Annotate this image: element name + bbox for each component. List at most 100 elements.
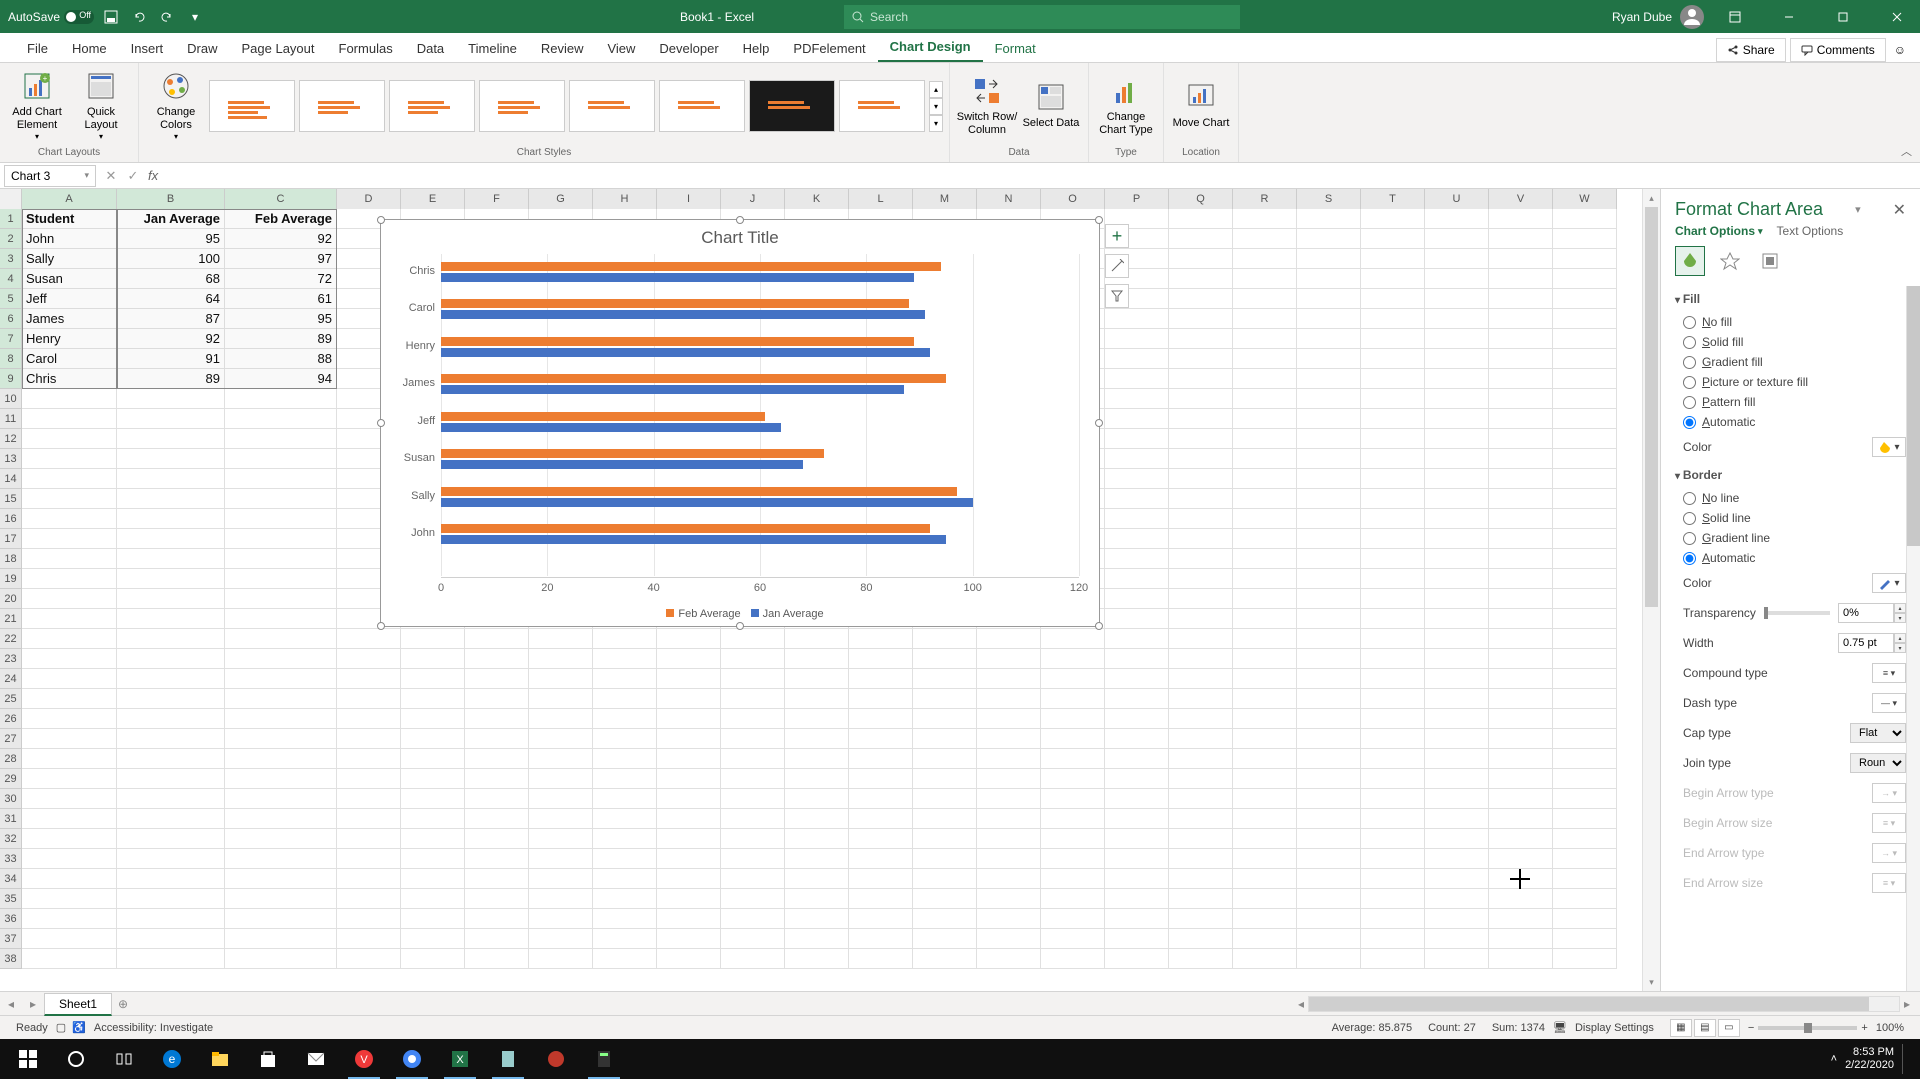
cell[interactable] [1361,849,1425,869]
cell[interactable] [1297,289,1361,309]
autosave-toggle[interactable]: AutoSave [8,10,94,24]
row-header[interactable]: 37 [0,929,22,949]
column-header[interactable]: D [337,189,401,209]
cell[interactable] [1105,549,1169,569]
task-view-icon[interactable] [100,1039,148,1079]
cell[interactable] [721,809,785,829]
cell[interactable] [1169,649,1233,669]
cell[interactable] [593,689,657,709]
cell[interactable] [1553,589,1617,609]
cell[interactable] [657,709,721,729]
cell[interactable] [1425,429,1489,449]
cell[interactable] [1233,709,1297,729]
cell[interactable] [1105,929,1169,949]
cell[interactable] [1041,869,1105,889]
cell[interactable] [465,809,529,829]
quick-layout-button[interactable]: Quick Layout▾ [70,67,132,145]
cell[interactable] [1169,249,1233,269]
cell[interactable] [117,569,225,589]
cell[interactable] [1553,789,1617,809]
cell[interactable] [593,629,657,649]
cell[interactable] [1041,809,1105,829]
cell[interactable] [401,789,465,809]
cell[interactable] [849,949,913,969]
cell[interactable] [1553,209,1617,229]
qat-more-icon[interactable]: ▾ [184,6,206,28]
minimize-icon[interactable] [1766,0,1812,33]
cell[interactable] [1233,749,1297,769]
cell[interactable] [1361,789,1425,809]
cell[interactable] [401,689,465,709]
cell[interactable] [913,889,977,909]
cell[interactable] [1297,229,1361,249]
row-header[interactable]: 15 [0,489,22,509]
cell[interactable]: Carol [22,349,117,369]
cell[interactable] [1553,349,1617,369]
cell[interactable] [1489,469,1553,489]
cell[interactable] [721,769,785,789]
cell[interactable] [225,629,337,649]
cell[interactable] [1553,729,1617,749]
cell[interactable] [1297,569,1361,589]
column-header[interactable]: E [401,189,465,209]
cell[interactable]: James [22,309,117,329]
user-avatar[interactable] [1680,5,1704,29]
cell[interactable] [1361,389,1425,409]
border-option[interactable]: Solid line [1675,508,1906,528]
ribbon-tab-timeline[interactable]: Timeline [456,35,529,62]
cell[interactable] [1553,409,1617,429]
zoom-in-icon[interactable]: + [1861,1022,1867,1034]
cell[interactable] [1425,409,1489,429]
cell[interactable] [1553,389,1617,409]
cell[interactable] [225,509,337,529]
cell[interactable] [1297,749,1361,769]
cell[interactable] [1489,629,1553,649]
row-header[interactable]: 19 [0,569,22,589]
row-header[interactable]: 20 [0,589,22,609]
cell[interactable] [1105,949,1169,969]
row-header[interactable]: 38 [0,949,22,969]
cell[interactable] [1361,569,1425,589]
redo-icon[interactable] [156,6,178,28]
ribbon-tab-insert[interactable]: Insert [119,35,176,62]
cell[interactable] [1169,849,1233,869]
cell[interactable] [1041,629,1105,649]
row-header[interactable]: 14 [0,469,22,489]
cell[interactable] [337,749,401,769]
cell[interactable] [225,409,337,429]
cell[interactable] [465,849,529,869]
cell[interactable] [977,829,1041,849]
cell[interactable] [1489,489,1553,509]
cell[interactable] [1105,669,1169,689]
cell[interactable] [225,569,337,589]
column-header[interactable]: I [657,189,721,209]
view-page-break-icon[interactable]: ▭ [1718,1019,1740,1037]
cell[interactable] [1169,489,1233,509]
cell[interactable] [1105,869,1169,889]
cell[interactable] [1233,669,1297,689]
move-chart-button[interactable]: Move Chart [1170,67,1232,145]
cell[interactable] [593,789,657,809]
cell[interactable] [117,549,225,569]
cell[interactable]: 61 [225,289,337,309]
cell[interactable] [1361,589,1425,609]
cell[interactable] [1233,369,1297,389]
bar-feb[interactable] [441,299,909,308]
cell[interactable] [1553,429,1617,449]
cell[interactable] [117,709,225,729]
cell[interactable] [1489,749,1553,769]
cell[interactable] [465,909,529,929]
cell[interactable] [1169,429,1233,449]
ribbon-tab-review[interactable]: Review [529,35,596,62]
zoom-level[interactable]: 100% [1876,1022,1904,1034]
cell[interactable] [849,809,913,829]
fill-section-header[interactable]: Fill [1675,286,1906,312]
fill-line-icon[interactable] [1675,246,1705,276]
fill-option[interactable]: Automatic [1675,412,1906,432]
ribbon-tab-format[interactable]: Format [983,35,1048,62]
cell[interactable] [913,809,977,829]
cell[interactable]: Chris [22,369,117,389]
cell[interactable] [22,529,117,549]
cell[interactable] [1297,209,1361,229]
cell[interactable] [1553,289,1617,309]
